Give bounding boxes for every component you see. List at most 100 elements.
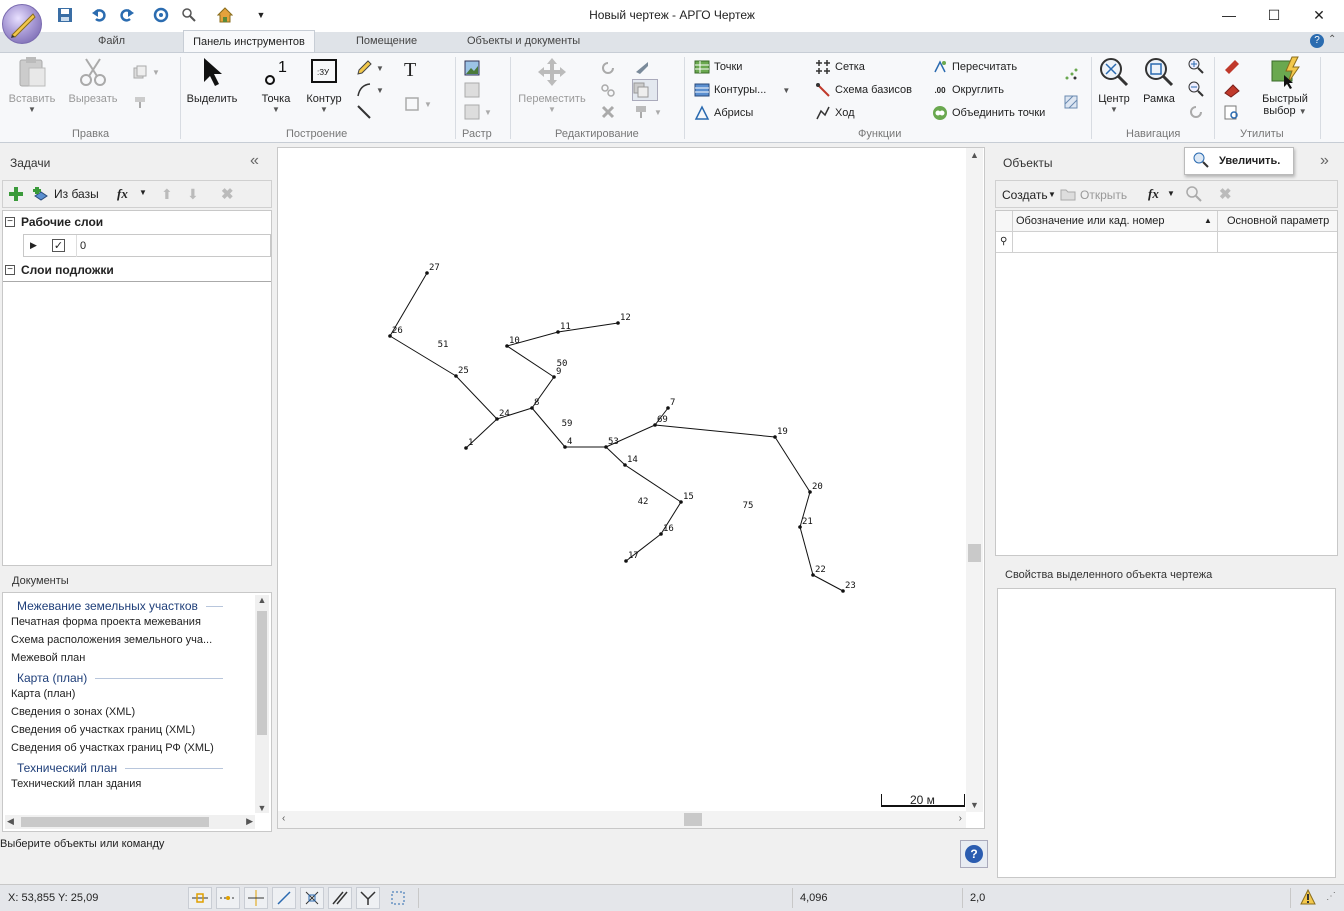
layer-visible-checkbox[interactable]: ✓ — [52, 239, 65, 252]
layer-expand-icon[interactable]: ▶ — [30, 240, 37, 251]
copy-button[interactable]: ▼ — [132, 63, 160, 81]
drawing-svg[interactable]: 272625241891011124 5369719202122231415161… — [278, 148, 966, 812]
boundary-segment[interactable] — [506, 345, 555, 378]
arc-tool-button[interactable]: ▼ — [356, 81, 384, 99]
rotate-button[interactable] — [600, 59, 616, 77]
scroll-thumb[interactable] — [968, 544, 981, 562]
document-item[interactable]: Сведения об участках границ (XML) — [3, 721, 253, 739]
snap-perpendicular-button[interactable] — [356, 887, 380, 909]
boundary-segment[interactable] — [654, 424, 776, 438]
points-button[interactable]: Точки — [694, 58, 742, 76]
raster-load-button[interactable] — [464, 59, 480, 77]
frame-tool-button[interactable]: ▼ — [404, 95, 432, 113]
center-button[interactable]: Центр ▼ — [1094, 55, 1134, 114]
tab-room[interactable]: Помещение — [356, 35, 417, 47]
move-button[interactable]: Переместить ▼ — [516, 55, 588, 114]
cut-button[interactable]: Вырезать — [64, 55, 122, 105]
zoom-out-button[interactable] — [1188, 80, 1204, 98]
snap-midpoint-button[interactable] — [216, 887, 240, 909]
select-button[interactable]: Выделить — [184, 55, 240, 105]
boundary-segment[interactable] — [774, 436, 811, 493]
format-painter-button[interactable] — [132, 93, 148, 111]
boundary-segment[interactable] — [531, 407, 566, 448]
traverse-button[interactable]: Ход — [815, 104, 855, 122]
scroll-right-icon[interactable]: ▶ — [246, 816, 253, 827]
abrisy-button[interactable]: Абрисы — [694, 104, 753, 122]
find-utility-button[interactable] — [1224, 104, 1240, 122]
document-item[interactable]: Технический план здания — [3, 775, 253, 793]
app-menu-logo-icon[interactable] — [2, 4, 42, 44]
delete-edit-button[interactable] — [600, 103, 616, 121]
ruler-utility-button[interactable] — [1224, 58, 1240, 76]
recalc-button[interactable]: Пересчитать — [932, 58, 1017, 76]
collapse-underlay-layers-icon[interactable]: − — [5, 265, 15, 275]
scroll-down-icon[interactable]: ▼ — [966, 800, 983, 810]
paste-button[interactable]: Вставить ▼ — [6, 55, 58, 114]
create-object-button[interactable]: Создать — [1002, 188, 1048, 202]
scroll-thumb[interactable] — [257, 611, 267, 735]
point-button[interactable]: 1 Точка ▼ — [256, 55, 296, 114]
hatch-button[interactable] — [1063, 93, 1079, 111]
boundary-segment[interactable] — [624, 464, 682, 503]
trim-button[interactable] — [634, 59, 650, 77]
document-item[interactable]: Схема расположения земельного уча... — [3, 631, 253, 649]
sort-ascending-icon[interactable]: ▲ — [1204, 216, 1212, 225]
format-button[interactable]: ▼ — [634, 103, 662, 121]
delete-layer-icon[interactable]: ✖ — [221, 185, 234, 203]
tab-toolbar-panel[interactable]: Панель инструментов — [183, 30, 315, 53]
basis-scheme-button[interactable]: Схема базисов — [815, 81, 912, 99]
column-header-designation[interactable]: Обозначение или кад. номер — [1016, 215, 1165, 227]
scroll-left-icon[interactable]: ◀ — [7, 816, 14, 827]
from-db-icon[interactable] — [33, 186, 49, 205]
scroll-right-icon[interactable]: › — [959, 813, 962, 824]
snap-parallel-button[interactable] — [328, 887, 352, 909]
expand-right-panel-button[interactable]: » — [1320, 152, 1329, 170]
help-button[interactable]: ? — [960, 840, 988, 868]
add-layer-icon[interactable] — [8, 186, 24, 205]
eraser-utility-button[interactable] — [1224, 81, 1240, 99]
boundary-segment[interactable] — [799, 526, 814, 576]
maximize-button[interactable]: ☐ — [1251, 0, 1297, 30]
filter-row[interactable]: ⚲ — [996, 232, 1337, 253]
document-item[interactable]: Сведения о зонах (XML) — [3, 703, 253, 721]
close-button[interactable]: ✕ — [1296, 0, 1342, 30]
copy-layer-button[interactable] — [632, 79, 658, 101]
scroll-up-icon[interactable]: ▲ — [966, 150, 983, 160]
quick-select-button[interactable]: Быстрый выбор ▼ — [1254, 55, 1316, 117]
column-header-param[interactable]: Основной параметр — [1227, 215, 1329, 227]
text-tool-button[interactable]: T — [404, 59, 416, 81]
resize-grip-icon[interactable]: ⋰ — [1326, 891, 1336, 902]
scroll-thumb[interactable] — [684, 813, 702, 826]
create-dropdown-icon[interactable]: ▼ — [1048, 190, 1056, 199]
scroll-down-icon[interactable]: ▼ — [255, 803, 269, 813]
snap-endpoint-button[interactable] — [188, 887, 212, 909]
raster-edit-button[interactable] — [464, 81, 480, 99]
grid-button[interactable]: Сетка — [815, 58, 865, 76]
document-item[interactable]: Карта (план) — [3, 685, 253, 703]
collapse-left-panel-button[interactable]: « — [250, 152, 259, 170]
zoom-previous-button[interactable] — [1188, 103, 1204, 121]
canvas-horizontal-scrollbar[interactable]: ‹ › — [278, 811, 966, 828]
ribbon-collapse-icon[interactable]: ⌃ — [1328, 34, 1336, 45]
scroll-left-icon[interactable]: ‹ — [282, 813, 285, 824]
documents-vertical-scrollbar[interactable]: ▲ ▼ — [255, 595, 269, 813]
help-icon[interactable]: ? — [1310, 34, 1324, 48]
boundary-segment[interactable] — [605, 446, 626, 466]
move-down-icon[interactable]: ⬇ — [187, 186, 199, 203]
document-item[interactable]: Печатная форма проекта межевания — [3, 613, 253, 631]
measure-tool-button[interactable] — [356, 103, 372, 121]
tab-file[interactable]: Файл — [98, 35, 125, 47]
snap-grid-button[interactable] — [386, 887, 410, 909]
document-item[interactable]: Межевой план — [3, 649, 253, 667]
document-item[interactable]: Сведения об участках границ РФ (XML) — [3, 739, 253, 757]
warning-icon[interactable] — [1300, 888, 1316, 908]
formula-button[interactable]: fx — [117, 186, 128, 202]
move-up-icon[interactable]: ⬆ — [161, 186, 173, 203]
layer-row[interactable]: ▶ ✓ 0 — [23, 234, 271, 257]
pencil-tool-button[interactable]: ▼ — [356, 59, 384, 77]
canvas-vertical-scrollbar[interactable]: ▲ ▼ — [966, 148, 983, 812]
formula-button[interactable]: fx — [1148, 186, 1159, 202]
points-scatter-button[interactable] — [1063, 65, 1079, 83]
round-button[interactable]: .00 Округлить — [932, 81, 1004, 99]
boundary-segment[interactable] — [812, 574, 844, 592]
